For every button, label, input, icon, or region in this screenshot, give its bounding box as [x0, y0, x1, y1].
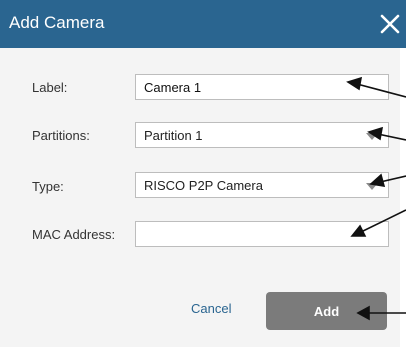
add-button[interactable]: Add [266, 292, 387, 330]
mac-input[interactable] [136, 222, 388, 246]
type-select[interactable]: RISCO P2P Camera [135, 172, 389, 198]
dialog-title: Add Camera [9, 13, 105, 32]
type-selected-value: RISCO P2P Camera [144, 178, 263, 193]
label-caption: Label: [32, 80, 68, 95]
cancel-button[interactable]: Cancel [191, 301, 231, 316]
label-field[interactable] [135, 74, 389, 100]
mac-caption: MAC Address: [32, 227, 116, 242]
close-icon[interactable] [379, 13, 401, 35]
dialog-titlebar: Add Camera [0, 0, 406, 48]
partitions-selected-value: Partition 1 [144, 128, 203, 143]
partitions-caption: Partitions: [32, 128, 90, 143]
type-caption: Type: [32, 179, 64, 194]
dropdown-triangle-icon [366, 183, 378, 190]
mac-field[interactable] [135, 221, 389, 247]
partitions-select[interactable]: Partition 1 [135, 122, 389, 148]
label-input[interactable] [136, 75, 388, 99]
dropdown-triangle-icon [366, 133, 378, 140]
